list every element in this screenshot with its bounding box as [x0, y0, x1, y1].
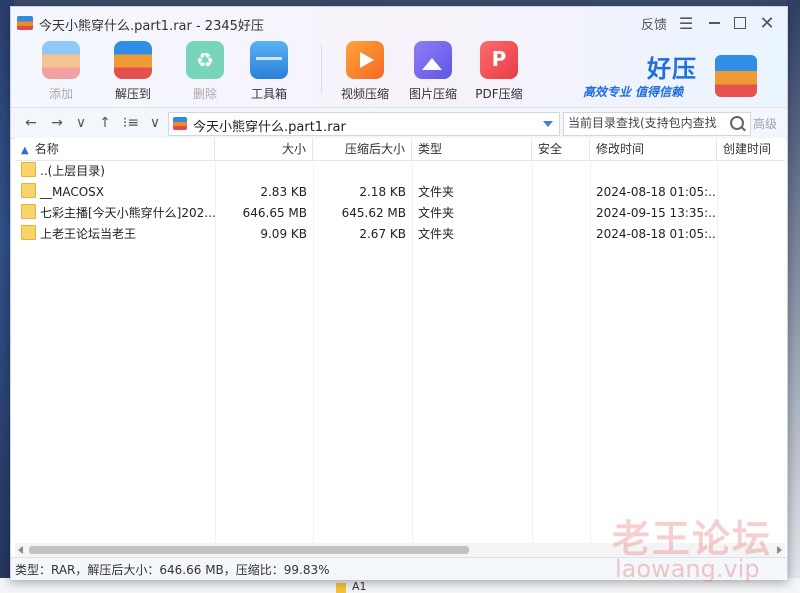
add-label: 添加 [48, 87, 73, 101]
image-compress-button[interactable]: 图片压缩 [403, 41, 463, 101]
row-compressed-size: 645.62 MB [341, 206, 406, 220]
row-name-cell: __MACOSX [15, 182, 215, 203]
folder-icon [21, 162, 36, 177]
row-name: 上老王论坛当老王 [40, 227, 137, 241]
column-modified[interactable]: 修改时间 [590, 138, 717, 160]
toolbox-icon [250, 41, 288, 79]
maximize-button[interactable] [729, 11, 751, 35]
add-button[interactable]: 添加 [31, 41, 91, 101]
folder-icon [21, 204, 36, 219]
pdf-compress-label: PDF压缩 [475, 87, 523, 101]
column-header: ▲ 名称 大小 压缩后大小 类型 安全 修改时间 创建时间 [15, 138, 785, 161]
toolbar-divider [321, 45, 322, 93]
row-name: ..(上层目录) [40, 164, 105, 178]
extract-to-label: 解压到 [114, 87, 151, 101]
extract-icon [114, 41, 152, 79]
feedback-button[interactable]: 反馈 [639, 11, 669, 35]
table-row-parent[interactable]: ..(上层目录) [15, 161, 785, 182]
column-name[interactable]: ▲ 名称 [15, 138, 215, 160]
row-name-cell: ..(上层目录) [15, 161, 215, 182]
watermark-url: laowang.vip [615, 555, 760, 583]
row-name: 七彩主播[今天小熊穿什么]202... [40, 206, 215, 220]
brand-slogan: 高效专业 值得信赖 [583, 85, 684, 99]
search-icon[interactable] [730, 116, 744, 130]
column-compressed-size[interactable]: 压缩后大小 [313, 138, 412, 160]
back-arrow-icon[interactable]: ← [21, 113, 41, 133]
image-compress-label: 图片压缩 [408, 87, 457, 101]
row-name-cell: 上老王论坛当老王 [15, 224, 215, 245]
image-compress-icon [414, 41, 452, 79]
table-row[interactable]: __MACOSX 2.83 KB 2.18 KB 文件夹 2024-08-18 … [15, 182, 785, 203]
row-type: 文件夹 [418, 185, 455, 199]
forward-arrow-icon[interactable]: → [47, 113, 67, 133]
background-folder-label: A1 [352, 580, 367, 593]
video-compress-label: 视频压缩 [340, 87, 389, 101]
row-compressed-size: 2.67 KB [359, 227, 406, 241]
archive-logo-icon [715, 55, 757, 97]
video-compress-button[interactable]: 视频压缩 [335, 41, 395, 101]
scroll-left-icon[interactable] [18, 546, 23, 554]
path-field[interactable]: 今天小熊穿什么.part1.rar [168, 112, 560, 136]
view-mode-dropdown-icon[interactable]: ∨ [145, 113, 165, 133]
window-title: 今天小熊穿什么.part1.rar - 2345好压 [39, 19, 264, 34]
pdf-compress-button[interactable]: PDF压缩 [469, 41, 529, 101]
scroll-right-icon[interactable] [777, 546, 782, 554]
table-row[interactable]: 七彩主播[今天小熊穿什么]202... 646.65 MB 645.62 MB … [15, 203, 785, 224]
row-modified: 2024-08-18 01:05:... [596, 227, 717, 241]
archive-icon [173, 117, 187, 130]
address-bar: ← → ∨ ↑ ⁝≡ ∨ 今天小熊穿什么.part1.rar 高级 [11, 107, 787, 139]
pdf-compress-icon [480, 41, 518, 79]
close-button[interactable]: ✕ [756, 11, 778, 35]
column-type[interactable]: 类型 [412, 138, 532, 160]
path-dropdown-icon[interactable] [543, 121, 553, 127]
title-bar[interactable]: 今天小熊穿什么.part1.rar - 2345好压 反馈 ☰ ✕ 添加 解压到… [11, 7, 787, 107]
row-size: 9.09 KB [260, 227, 307, 241]
app-logo-icon [17, 16, 33, 30]
row-name-cell: 七彩主播[今天小熊穿什么]202... [15, 203, 215, 224]
table-row[interactable]: 上老王论坛当老王 9.09 KB 2.67 KB 文件夹 2024-08-18 … [15, 224, 785, 245]
up-folder-icon[interactable]: ↑ [95, 113, 115, 133]
search-field[interactable] [563, 112, 751, 136]
folder-icon [21, 183, 36, 198]
row-type: 文件夹 [418, 206, 455, 220]
path-text: 今天小熊穿什么.part1.rar [193, 120, 346, 135]
history-dropdown-icon[interactable]: ∨ [71, 113, 91, 133]
archive-window: 今天小熊穿什么.part1.rar - 2345好压 反馈 ☰ ✕ 添加 解压到… [10, 6, 788, 580]
delete-label: 删除 [192, 87, 217, 101]
row-name: __MACOSX [40, 185, 105, 199]
menu-button[interactable]: ☰ [675, 11, 697, 35]
row-size: 646.65 MB [242, 206, 307, 220]
recycle-icon [186, 41, 224, 79]
folder-icon [21, 225, 36, 240]
view-mode-icon[interactable]: ⁝≡ [121, 113, 141, 133]
video-compress-icon [346, 41, 384, 79]
row-size: 2.83 KB [260, 185, 307, 199]
advanced-search-link[interactable]: 高级 [753, 115, 777, 132]
brand-name: 好压 [647, 55, 697, 83]
toolbox-button[interactable]: 工具箱 [239, 41, 299, 101]
row-modified: 2024-08-18 01:05:... [596, 185, 717, 199]
file-list[interactable]: ▲ 名称 大小 压缩后大小 类型 安全 修改时间 创建时间 ..(上层目录) __… [15, 138, 785, 543]
status-text: 类型：RAR，解压后大小：646.66 MB，压缩比：99.83% [15, 563, 330, 577]
row-type: 文件夹 [418, 227, 455, 241]
archive-add-icon [42, 41, 80, 79]
desktop-background-right [786, 0, 800, 593]
folder-icon [336, 583, 346, 593]
column-created[interactable]: 创建时间 [717, 138, 785, 160]
row-compressed-size: 2.18 KB [359, 185, 406, 199]
column-security[interactable]: 安全 [532, 138, 590, 160]
minimize-button[interactable] [703, 11, 725, 35]
column-size[interactable]: 大小 [215, 138, 313, 160]
scrollbar-thumb[interactable] [29, 546, 469, 554]
search-input[interactable] [564, 113, 718, 133]
column-name-label: 名称 [34, 142, 59, 156]
extract-to-button[interactable]: 解压到 [103, 41, 163, 101]
sort-up-icon: ▲ [21, 145, 29, 156]
delete-button[interactable]: 删除 [175, 41, 235, 101]
toolbox-label: 工具箱 [250, 87, 287, 101]
row-modified: 2024-09-15 13:35:... [596, 206, 717, 220]
brand-logo: 好压 高效专业 值得信赖 [583, 49, 783, 105]
